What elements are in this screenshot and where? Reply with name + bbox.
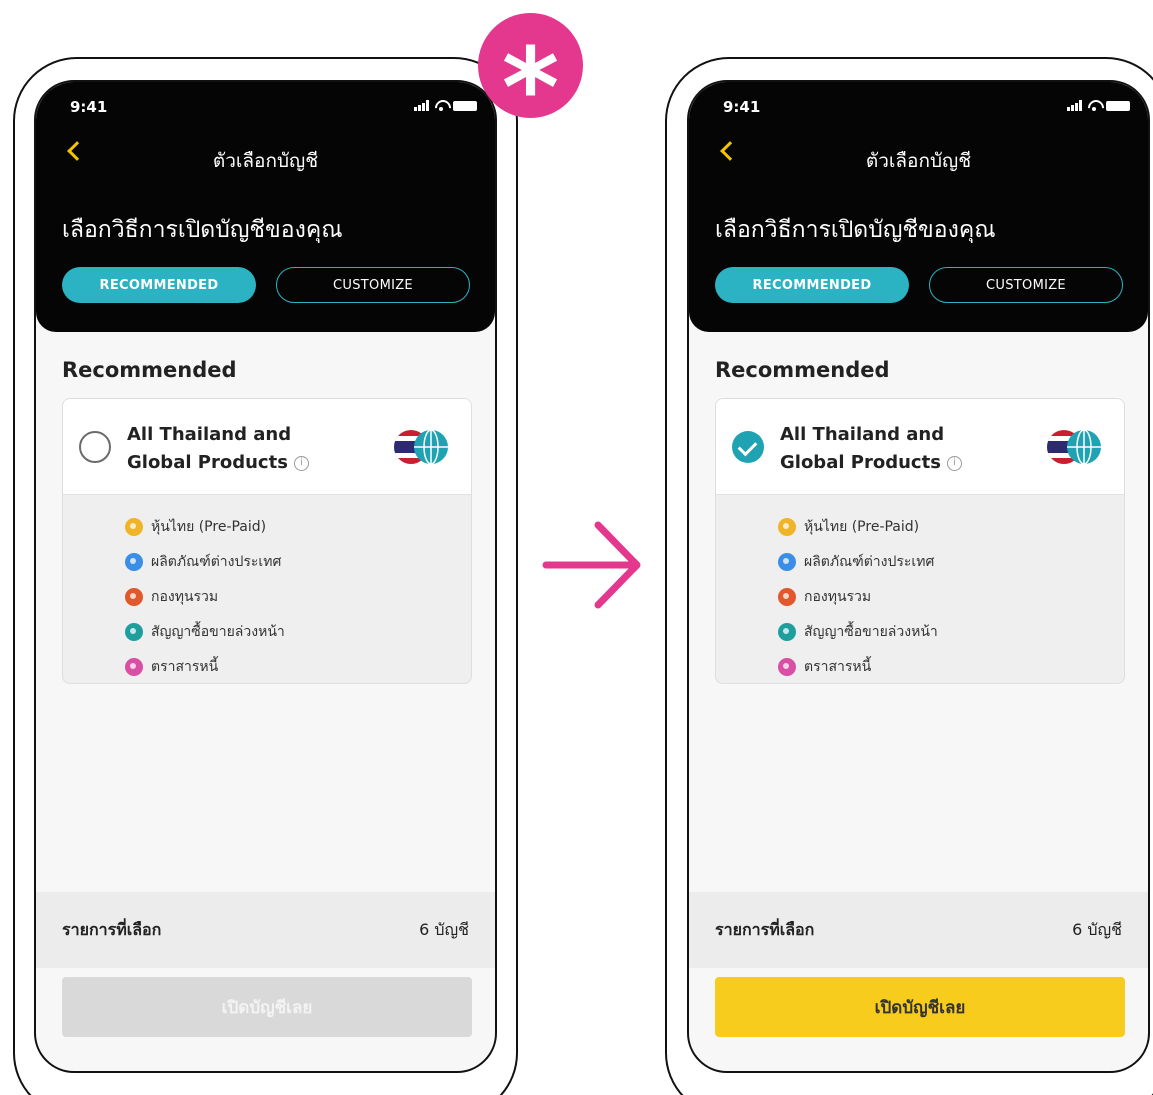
selection-summary: รายการที่เลือก 6 บัญชี [689, 892, 1148, 968]
list-item: หุ้นไทย (Pre-Paid) [125, 509, 285, 544]
radio-selected-check-icon[interactable] [732, 431, 764, 463]
battery-icon [1106, 100, 1130, 111]
list-item-label: หุ้นไทย (Pre-Paid) [151, 518, 267, 535]
nav-title: ตัวเลือกบัญชี [212, 150, 319, 172]
phone-screen-before: 9:41 ตัวเลือกบัญชี เลือกวิธีการเปิดบัญชี… [34, 80, 497, 1073]
list-item-label: หุ้นไทย (Pre-Paid) [804, 518, 920, 535]
list-item-label: กองทุนรวม [151, 588, 219, 605]
battery-icon [453, 100, 477, 111]
status-icons [414, 100, 477, 111]
status-icons [1067, 100, 1130, 111]
derivatives-icon [778, 622, 796, 641]
tab-customize[interactable]: CUSTOMIZE [276, 267, 470, 303]
arrow-right-icon [542, 521, 641, 609]
thai-flag-globe-icon [1047, 429, 1101, 465]
list-item-label: ผลิตภัณฑ์ต่างประเทศ [151, 553, 282, 570]
fund-icon [125, 587, 143, 606]
fund-icon [778, 587, 796, 606]
summary-count: 6 บัญชี [419, 919, 469, 939]
product-card-header[interactable]: All Thailand and Global Products i [716, 399, 1124, 495]
header: 9:41 ตัวเลือกบัญชี เลือกวิธีการเปิดบัญชี… [36, 82, 495, 332]
product-card[interactable]: All Thailand and Global Products i หุ้นไท… [62, 398, 472, 684]
stock-icon [125, 517, 143, 536]
bond-icon [125, 657, 143, 676]
status-time: 9:41 [723, 98, 761, 116]
section-title: Recommended [715, 358, 890, 382]
stock-icon [778, 517, 796, 536]
derivatives-icon [125, 622, 143, 641]
open-account-button[interactable]: เปิดบัญชีเลย [715, 977, 1125, 1037]
product-name: All Thailand and Global Products i [780, 421, 1010, 477]
product-card-header[interactable]: All Thailand and Global Products i [63, 399, 471, 495]
info-icon[interactable]: i [293, 455, 309, 471]
product-card[interactable]: All Thailand and Global Products i หุ้นไท… [715, 398, 1125, 684]
list-item: ตราสารหนี้ [125, 649, 285, 683]
list-item: ผลิตภัณฑ์ต่างประเทศ [125, 544, 285, 579]
signal-icon [414, 100, 429, 111]
wifi-icon [434, 100, 448, 111]
global-product-icon [125, 552, 143, 571]
thai-flag-globe-icon [394, 429, 448, 465]
list-item: สัญญาซื้อขายล่วงหน้า [778, 614, 938, 649]
product-list: หุ้นไทย (Pre-Paid) ผลิตภัณฑ์ต่างประเทศ ก… [125, 509, 285, 683]
list-item: กองทุนรวม [125, 579, 285, 614]
radio-unselected[interactable] [79, 431, 111, 463]
list-item-label: กองทุนรวม [804, 588, 872, 605]
summary-label: รายการที่เลือก [715, 919, 815, 939]
list-item-label: ตราสารหนี้ [804, 658, 872, 675]
section-title: Recommended [62, 358, 237, 382]
global-product-icon [778, 552, 796, 571]
asterisk-icon: * [478, 13, 583, 118]
open-account-button-disabled: เปิดบัญชีเลย [62, 977, 472, 1037]
info-icon[interactable]: i [946, 455, 962, 471]
list-item: กองทุนรวม [778, 579, 938, 614]
list-item: สัญญาซื้อขายล่วงหน้า [125, 614, 285, 649]
page-headline: เลือกวิธีการเปิดบัญชีของคุณ [715, 217, 996, 243]
summary-count: 6 บัญชี [1072, 919, 1122, 939]
list-item: ผลิตภัณฑ์ต่างประเทศ [778, 544, 938, 579]
selection-summary: รายการที่เลือก 6 บัญชี [36, 892, 495, 968]
tab-recommended[interactable]: RECOMMENDED [715, 267, 909, 303]
tab-customize[interactable]: CUSTOMIZE [929, 267, 1123, 303]
summary-label: รายการที่เลือก [62, 919, 162, 939]
list-item: หุ้นไทย (Pre-Paid) [778, 509, 938, 544]
product-list: หุ้นไทย (Pre-Paid) ผลิตภัณฑ์ต่างประเทศ ก… [778, 509, 938, 683]
list-item-label: ตราสารหนี้ [151, 658, 219, 675]
list-item-label: สัญญาซื้อขายล่วงหน้า [151, 623, 285, 640]
product-name: All Thailand and Global Products i [127, 421, 357, 477]
list-item: ตราสารหนี้ [778, 649, 938, 683]
header: 9:41 ตัวเลือกบัญชี เลือกวิธีการเปิดบัญชี… [689, 82, 1148, 332]
product-name-text: All Thailand and Global Products [127, 424, 292, 473]
page-headline: เลือกวิธีการเปิดบัญชีของคุณ [62, 217, 343, 243]
tab-recommended[interactable]: RECOMMENDED [62, 267, 256, 303]
phone-screen-after: 9:41 ตัวเลือกบัญชี เลือกวิธีการเปิดบัญชี… [687, 80, 1150, 1073]
bond-icon [778, 657, 796, 676]
list-item-label: ผลิตภัณฑ์ต่างประเทศ [804, 553, 935, 570]
nav-title: ตัวเลือกบัญชี [865, 150, 972, 172]
product-name-text: All Thailand and Global Products [780, 424, 945, 473]
status-time: 9:41 [70, 98, 108, 116]
signal-icon [1067, 100, 1082, 111]
list-item-label: สัญญาซื้อขายล่วงหน้า [804, 623, 938, 640]
wifi-icon [1087, 100, 1101, 111]
